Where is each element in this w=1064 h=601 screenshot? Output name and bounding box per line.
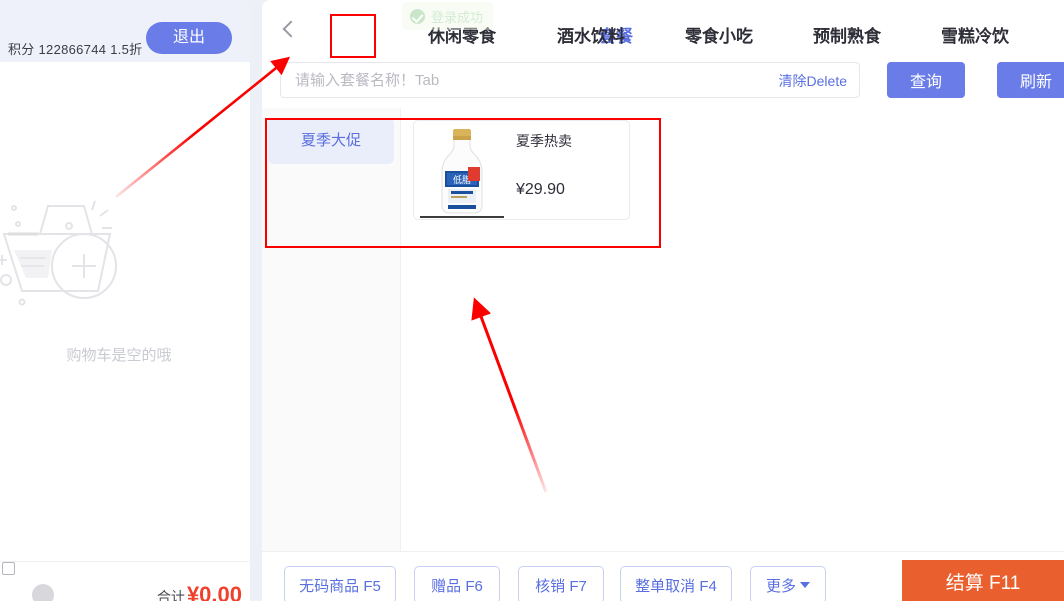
chevron-down-icon <box>800 582 810 588</box>
category-nav: 套餐 休闲零食 酒水饮料 零食小吃 预制熟食 雪糕冷饮 登录成功 <box>262 0 1064 56</box>
refresh-button[interactable]: 刷新 <box>997 62 1064 98</box>
main-panel: 套餐 休闲零食 酒水饮料 零食小吃 预制熟食 雪糕冷饮 登录成功 清除Delet… <box>262 0 1064 601</box>
cart-total-label: 合计 <box>156 589 185 601</box>
select-all-checkbox[interactable] <box>2 562 15 575</box>
category-item-summer-promo[interactable]: 夏季大促 <box>268 118 394 164</box>
logout-button[interactable]: 退出 <box>146 22 232 54</box>
avatar <box>32 584 54 601</box>
empty-cart-text: 购物车是空的哦 <box>66 347 172 364</box>
more-button-label: 更多 <box>765 577 796 595</box>
tab-jiushuiyinliao[interactable]: 酒水饮料 <box>557 22 625 47</box>
cart-footer: 合计 ¥0.00 <box>0 561 250 601</box>
bottom-toolbar: 无码商品 F5 赠品 F6 核销 F7 整单取消 F4 更多 结算 F11 <box>262 551 1064 601</box>
empty-cart-icon <box>0 200 117 306</box>
tab-yuzhishushi[interactable]: 预制熟食 <box>813 22 881 47</box>
product-info: 夏季热卖 ¥29.90 <box>510 121 629 219</box>
check-circle-icon <box>410 8 425 24</box>
pos-screen: 积分 122866744 1.5折 退出 购物车是空的哦 合计 ¥0.00 套餐… <box>0 0 1064 601</box>
query-button[interactable]: 查询 <box>887 62 965 98</box>
search-input[interactable] <box>295 63 715 97</box>
cart-total: 合计 ¥0.00 <box>157 582 242 601</box>
more-button[interactable]: 更多 <box>750 566 826 601</box>
member-points-label: 积分 122866744 1.5折 <box>8 42 143 57</box>
tab-xuegaolengyin[interactable]: 雪糕冷饮 <box>941 22 1009 47</box>
product-card[interactable]: 低脂 夏季热卖 ¥29.90 <box>413 120 630 220</box>
empty-cart-illustration: 购物车是空的哦 <box>0 196 250 364</box>
cart-header: 积分 122866744 1.5折 退出 <box>0 0 250 62</box>
login-success-toast: 登录成功 <box>402 2 494 30</box>
category-sidebar: 夏季大促 <box>262 108 400 551</box>
cart-panel: 积分 122866744 1.5折 退出 购物车是空的哦 合计 ¥0.00 <box>0 0 250 601</box>
search-row: 清除Delete 查询 刷新 <box>262 58 1064 104</box>
chevron-left-icon[interactable] <box>280 20 298 38</box>
milk-bottle-image: 低脂 <box>414 121 510 219</box>
no-barcode-item-button[interactable]: 无码商品 F5 <box>284 566 396 601</box>
redeem-button[interactable]: 核销 F7 <box>518 566 604 601</box>
checkout-button[interactable]: 结算 F11 <box>902 560 1064 601</box>
tab-lingshixiaochi[interactable]: 零食小吃 <box>685 22 753 47</box>
product-name: 夏季热卖 <box>516 133 572 149</box>
product-price: ¥29.90 <box>516 181 565 198</box>
search-box: 清除Delete <box>280 62 860 98</box>
cancel-order-button[interactable]: 整单取消 F4 <box>620 566 732 601</box>
clear-search-link[interactable]: 清除Delete <box>779 71 847 91</box>
product-grid: 低脂 夏季热卖 ¥29.90 <box>400 108 1064 551</box>
toast-message: 登录成功 <box>431 9 484 25</box>
gift-button[interactable]: 赠品 F6 <box>414 566 500 601</box>
cart-total-value: ¥0.00 <box>186 582 242 601</box>
